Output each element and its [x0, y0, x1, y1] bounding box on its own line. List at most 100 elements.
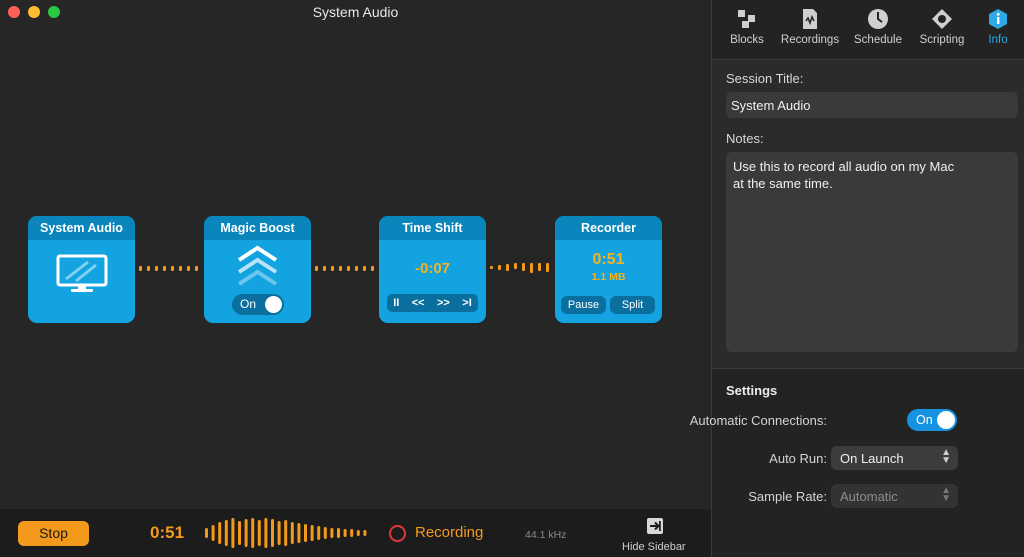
- chevrons-up-icon: [237, 245, 278, 286]
- connector-3: [488, 263, 554, 273]
- select-arrows-icon: ▲ ▼: [941, 485, 951, 504]
- waveform-bar: [304, 524, 307, 542]
- block-title: Magic Boost: [204, 216, 311, 240]
- connector-dot: [139, 266, 142, 271]
- auto-run-select[interactable]: On Launch ▲ ▼: [831, 446, 958, 470]
- notes-label: Notes:: [726, 131, 764, 146]
- clock-icon: [868, 9, 888, 29]
- hide-sidebar-icon[interactable]: [646, 517, 664, 535]
- elapsed-time: 0:51: [150, 523, 185, 542]
- connector-dot: [355, 266, 358, 271]
- waveform-bar: [277, 521, 281, 545]
- recorder-pause-button[interactable]: Pause: [561, 296, 606, 314]
- waveform-bar: [264, 518, 268, 548]
- waveform-bar: [310, 525, 314, 541]
- title-bar: System Audio: [0, 0, 711, 24]
- sample-rate-value: Automatic: [840, 489, 898, 504]
- settings-heading: Settings: [726, 383, 778, 398]
- waveform-bar: [224, 520, 228, 546]
- session-title-input[interactable]: [726, 92, 1018, 118]
- connector-dot: [363, 266, 366, 271]
- waveform-bar: [211, 525, 215, 541]
- connector-dot: [522, 263, 525, 271]
- auto-run-value: On Launch: [840, 451, 904, 466]
- connector-dot: [490, 266, 493, 269]
- select-arrows-icon: ▲ ▼: [941, 447, 951, 466]
- monitor-icon: [56, 254, 108, 292]
- block-recorder[interactable]: Recorder 0:51 1.1 MB Pause Split: [555, 216, 662, 323]
- waveform-bar: [251, 518, 255, 548]
- hide-sidebar-label[interactable]: Hide Sidebar: [622, 541, 686, 553]
- waveform-bar: [257, 520, 261, 546]
- pause-icon[interactable]: II: [393, 297, 399, 309]
- tab-recordings[interactable]: Recordings: [778, 8, 842, 46]
- recorder-size: 1.1 MB: [591, 271, 626, 283]
- tab-blocks[interactable]: Blocks: [727, 8, 767, 46]
- stop-button[interactable]: Stop: [18, 521, 89, 546]
- waveform-bar: [218, 522, 222, 544]
- rewind-icon[interactable]: <<: [412, 297, 425, 309]
- connector-dot: [331, 266, 334, 271]
- automatic-connections-toggle[interactable]: On: [907, 409, 957, 431]
- connector-dot: [371, 266, 374, 271]
- waveform-bar: [356, 530, 360, 536]
- waveform-bar: [343, 529, 347, 537]
- tab-info[interactable]: Info: [980, 8, 1016, 46]
- waveform-bar: [231, 518, 235, 548]
- bottom-bar: Stop 0:51 Recording 44.1 kHz Hide Sideba…: [0, 509, 711, 557]
- waveform-bar: [350, 529, 354, 537]
- connector-dot: [323, 266, 326, 271]
- time-shift-offset: -0:07: [414, 260, 451, 277]
- block-title: Time Shift: [379, 216, 486, 240]
- waveform-bar: [363, 530, 367, 536]
- connector-dot: [514, 263, 517, 269]
- boost-toggle[interactable]: On: [232, 294, 284, 315]
- recording-status: Recording: [415, 524, 484, 541]
- notes-textarea[interactable]: Use this to record all audio on my Mac a…: [726, 152, 1018, 352]
- tab-schedule[interactable]: Schedule: [851, 8, 905, 46]
- waveform-bar: [238, 521, 241, 545]
- tab-label: Schedule: [854, 34, 902, 46]
- connector-dot: [530, 263, 533, 273]
- connector-dot: [163, 266, 166, 271]
- block-system-audio[interactable]: System Audio: [28, 216, 135, 323]
- connector-1: [137, 266, 203, 272]
- recorder-time: 0:51: [592, 251, 625, 268]
- blocks-icon: [738, 10, 755, 28]
- connector-dot: [155, 266, 158, 271]
- connector-2: [313, 266, 378, 272]
- block-time-shift[interactable]: Time Shift -0:07 II << >> >I: [379, 216, 486, 323]
- connector-dot: [339, 266, 342, 271]
- toggle-knob: [265, 296, 282, 313]
- connector-dot: [179, 266, 182, 271]
- session-title-label: Session Title:: [726, 71, 804, 86]
- tab-label: Recordings: [780, 34, 840, 46]
- skip-to-end-icon[interactable]: >I: [462, 297, 471, 309]
- auto-run-label: Auto Run:: [769, 451, 827, 466]
- tab-label: Scripting: [919, 34, 965, 46]
- connector-dot: [195, 266, 198, 271]
- toggle-knob: [937, 411, 955, 429]
- boost-toggle-label: On: [240, 297, 257, 311]
- waveform-bar: [317, 526, 321, 540]
- sidebar-tabs: Blocks Recordings Schedule Scripting Inf…: [712, 0, 1024, 60]
- tab-label: Info: [988, 34, 1008, 46]
- main-canvas: System Audio System Audio Magic Boost On…: [0, 0, 711, 557]
- waveform-meter: [205, 518, 367, 548]
- settings-section: Settings Automatic Connections: On Auto …: [690, 368, 1024, 557]
- recordings-icon: [803, 9, 817, 29]
- connector-dot: [506, 264, 509, 271]
- connector-dot: [171, 266, 174, 271]
- recorder-split-button[interactable]: Split: [610, 296, 655, 314]
- fast-forward-icon[interactable]: >>: [437, 297, 450, 309]
- toggle-label: On: [916, 413, 933, 427]
- record-indicator-icon: [389, 525, 406, 542]
- waveform-bar: [337, 528, 340, 538]
- sample-rate-select[interactable]: Automatic ▲ ▼: [831, 484, 958, 508]
- waveform-bar: [297, 523, 301, 543]
- block-title: Recorder: [555, 216, 662, 240]
- block-magic-boost[interactable]: Magic Boost On: [204, 216, 311, 323]
- waveform-bar: [323, 527, 327, 539]
- waveform-bar: [205, 528, 208, 538]
- tab-scripting[interactable]: Scripting: [914, 8, 970, 46]
